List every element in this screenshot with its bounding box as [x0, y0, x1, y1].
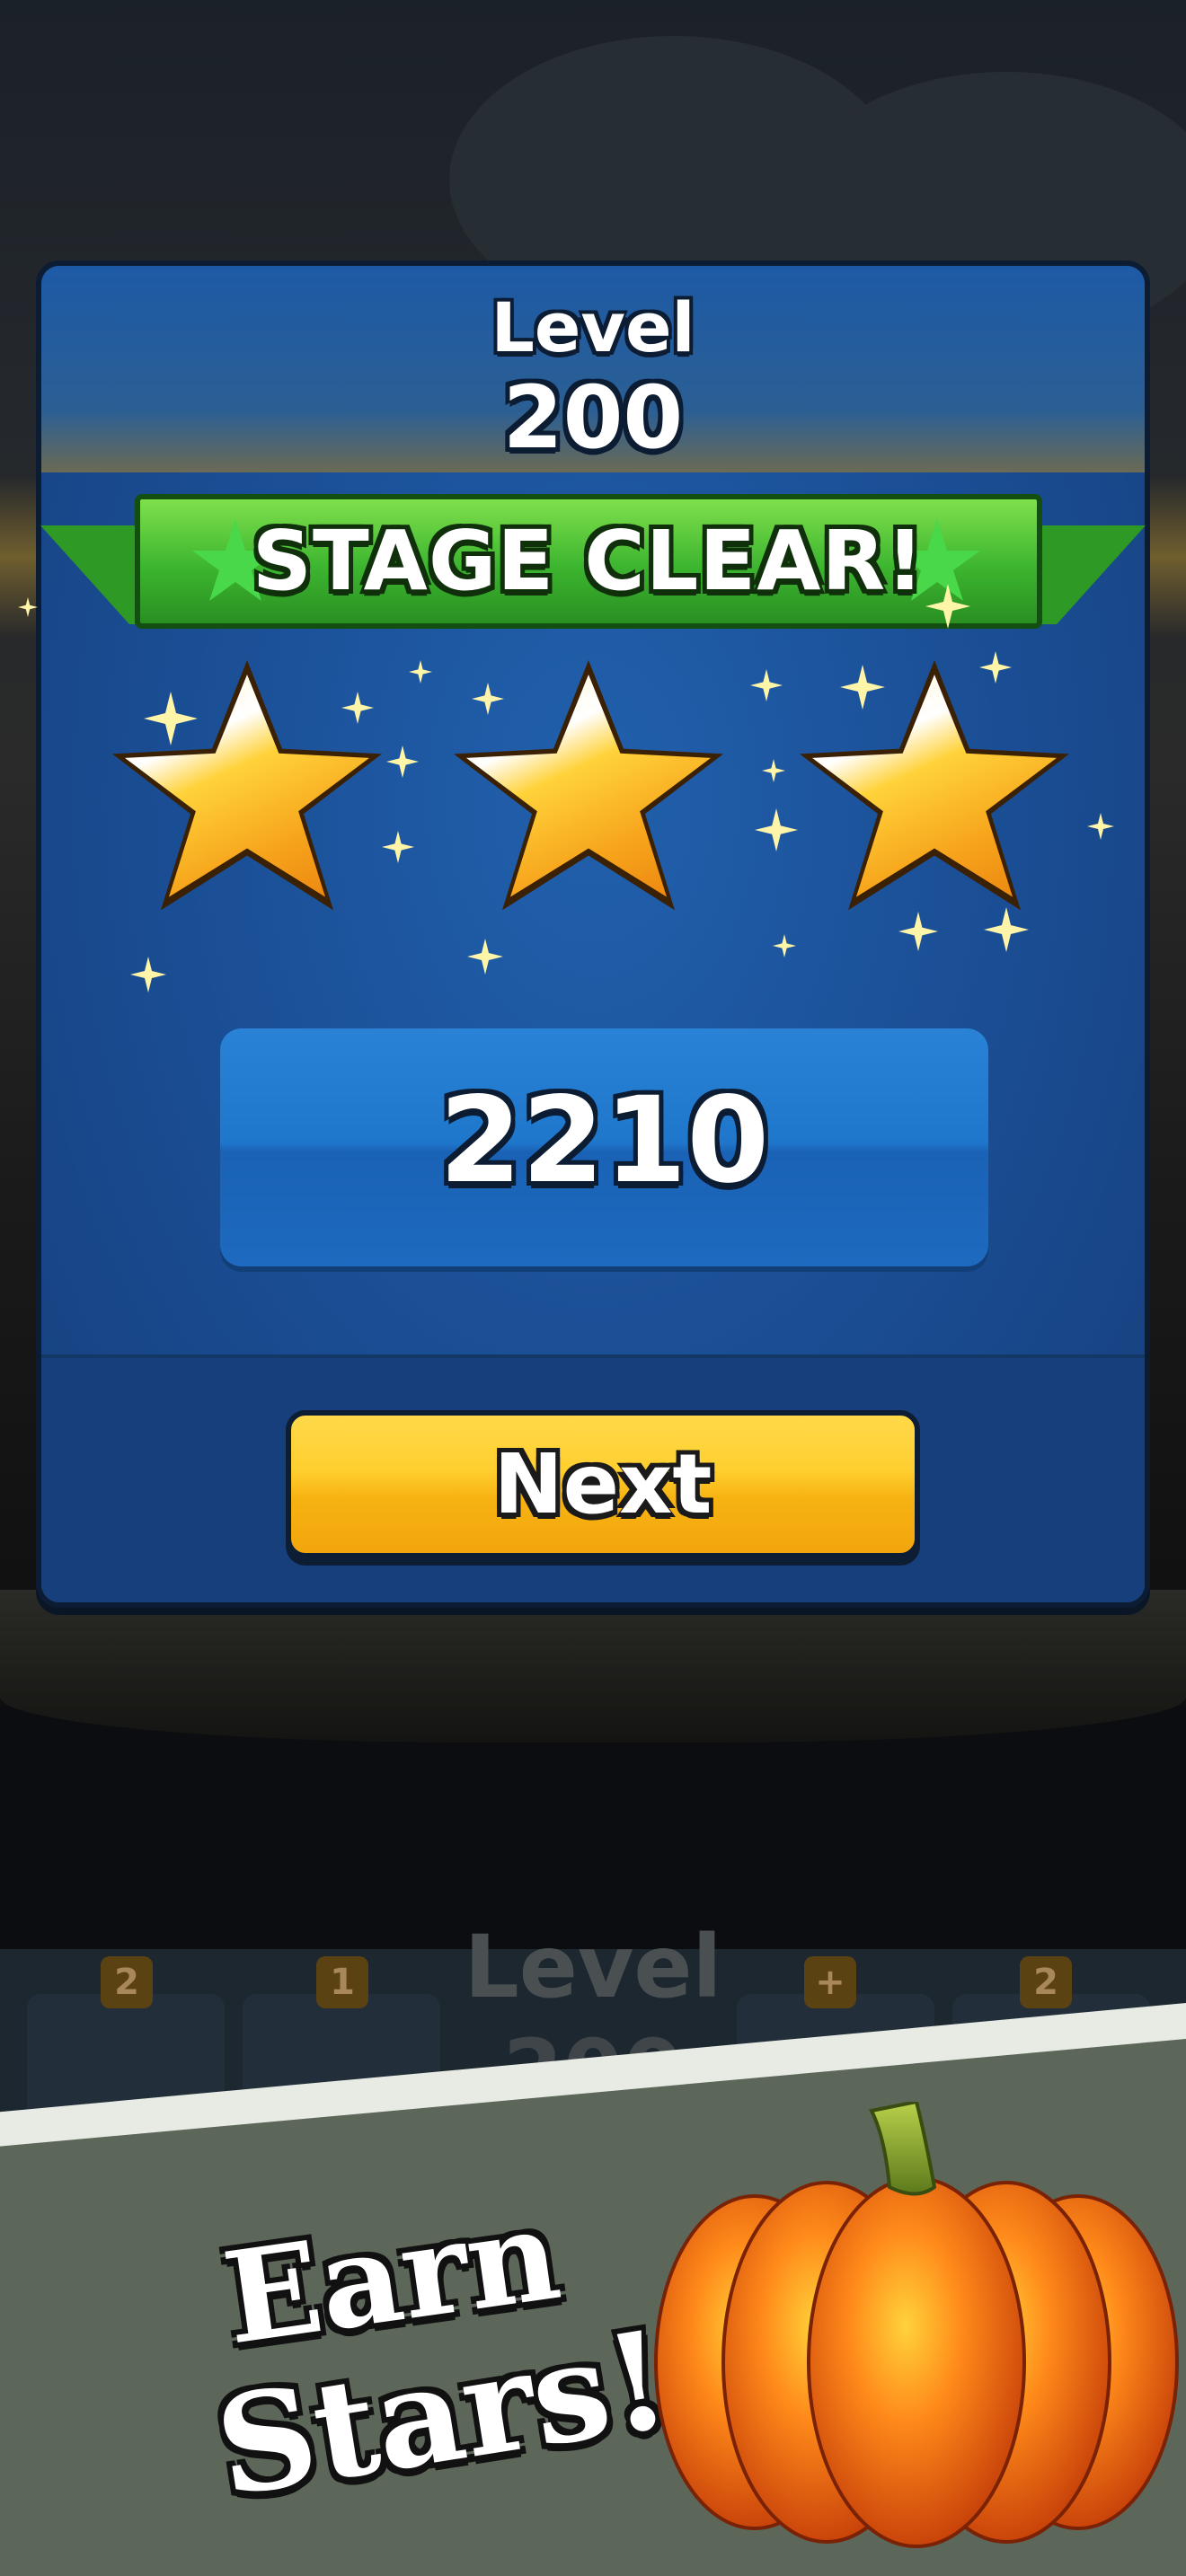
- booster-count-badge: 2: [1020, 1956, 1072, 2008]
- pumpkin-icon: [654, 2102, 1179, 2548]
- next-button-label: Next: [493, 1436, 712, 1532]
- background-ground: [0, 1590, 1186, 1742]
- level-label: Level: [491, 287, 695, 367]
- next-button[interactable]: Next: [286, 1410, 920, 1558]
- score-value: 2210: [438, 1072, 770, 1210]
- booster-count-badge: +: [804, 1956, 856, 2008]
- booster-count-badge: 1: [316, 1956, 368, 2008]
- star-icon-3: [800, 660, 1069, 921]
- star-icon-1: [112, 660, 382, 921]
- level-number: 200: [502, 367, 684, 468]
- background-level-label: Level: [464, 1917, 722, 2017]
- stage-clear-text: STAGE CLEAR!: [252, 513, 925, 609]
- booster-count-badge: 2: [101, 1956, 153, 2008]
